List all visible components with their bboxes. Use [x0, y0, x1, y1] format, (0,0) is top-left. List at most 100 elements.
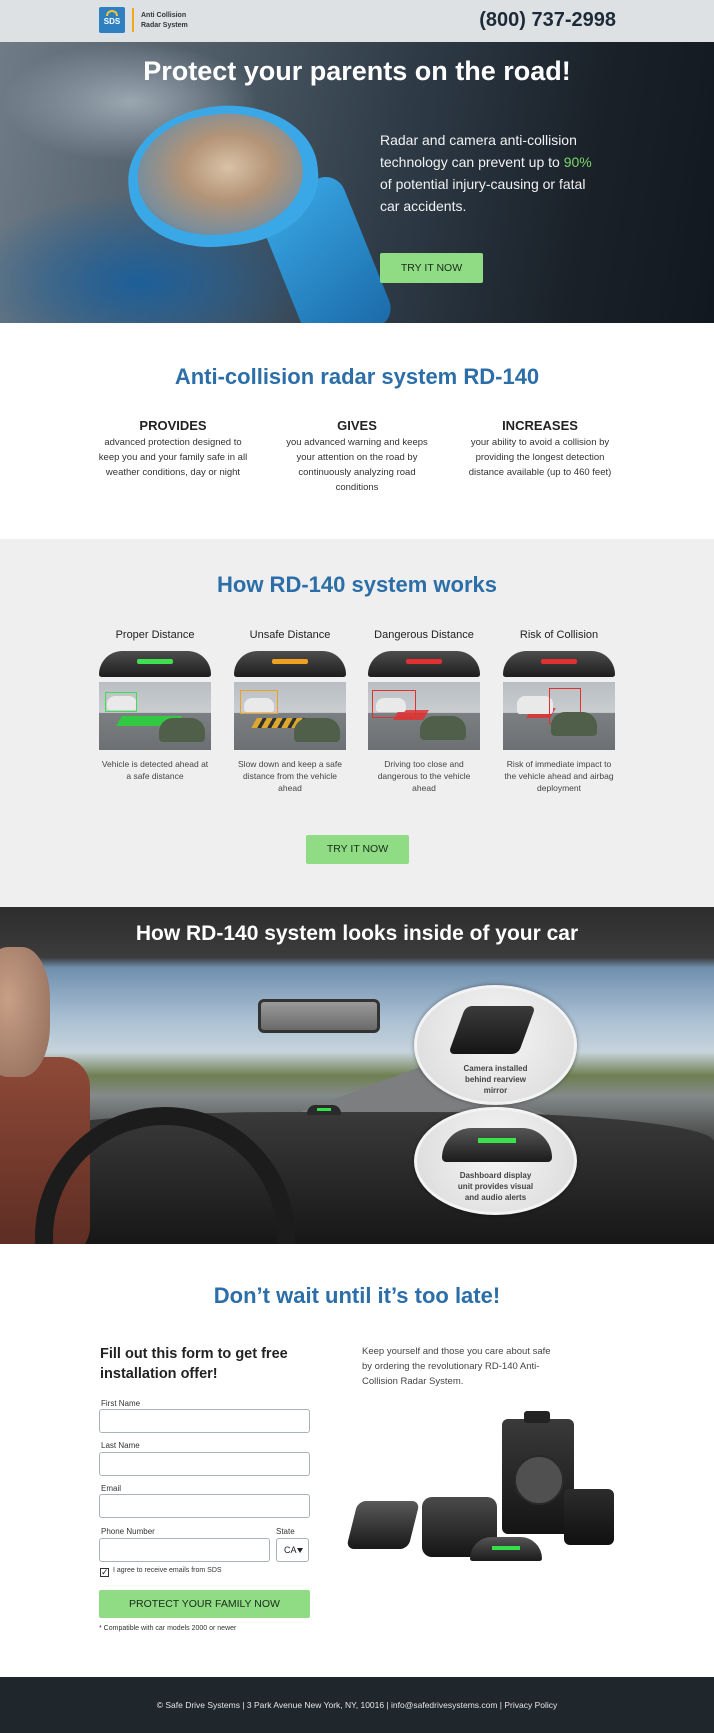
stage-proper-distance: Proper Distance Vehicle is detected ahea… — [99, 629, 211, 782]
state-select[interactable]: CA — [276, 1538, 309, 1562]
hero-text-after: of potential injury-causing or fatal car… — [380, 176, 586, 214]
side-description: Keep yourself and those you care about s… — [362, 1346, 551, 1387]
own-vehicle — [159, 718, 205, 742]
how-it-works-section: How RD-140 system works Proper Distance … — [0, 539, 714, 907]
road-scene-image — [503, 682, 615, 750]
email-consent-label: I agree to receive emails from SDS — [113, 1567, 222, 1574]
chevron-down-icon — [297, 1548, 303, 1553]
stage-risk-of-collision: Risk of Collision Risk of immediate impa… — [503, 629, 615, 794]
display-callout: Dashboard display unit provides visual a… — [414, 1107, 577, 1215]
product-kit-image — [346, 1411, 622, 1579]
rearview-mirror-image — [258, 999, 380, 1033]
own-vehicle — [294, 718, 340, 742]
form-heading: Fill out this form to get free installat… — [100, 1346, 288, 1382]
display-unit-image — [99, 651, 211, 677]
display-unit-image — [470, 1537, 542, 1561]
brand-line-2: Radar System — [141, 22, 188, 29]
camera-image — [346, 1501, 420, 1549]
detection-box — [372, 690, 416, 718]
compatibility-note: * Compatible with car models 2000 or new… — [99, 1625, 237, 1632]
display-unit-image — [503, 651, 615, 677]
feature-provides: PROVIDES advanced protection designed to… — [98, 418, 248, 480]
stage-text: Risk of immediate impact to the vehicle … — [504, 759, 614, 793]
hero-section: Protect your parents on the road! Radar … — [0, 42, 714, 323]
feature-heading: INCREASES — [502, 418, 578, 433]
top-header: SDS Anti Collision Radar System (800) 73… — [0, 0, 714, 42]
stage-heading: Dangerous Distance — [374, 629, 474, 641]
stage-heading: Unsafe Distance — [249, 629, 331, 641]
car-interior-section: How RD-140 system looks inside of your c… — [0, 907, 714, 1244]
stage-text: Vehicle is detected ahead at a safe dist… — [101, 759, 209, 781]
signup-section: Don’t wait until it’s too late! Fill out… — [0, 1244, 714, 1677]
hero-try-it-now-button[interactable]: TRY IT NOW — [380, 253, 483, 283]
stage-text: Slow down and keep a safe distance from … — [238, 759, 342, 793]
works-try-it-now-button[interactable]: TRY IT NOW — [306, 835, 409, 864]
stage-text: Driving too close and dangerous to the v… — [377, 759, 471, 793]
dashboard-display-unit — [307, 1105, 341, 1115]
display-unit-image — [368, 651, 480, 677]
footer: © Safe Drive Systems | 3 Park Avenue New… — [0, 1677, 714, 1733]
feature-gives: GIVES you advanced warning and keeps you… — [282, 418, 432, 495]
driver-head-image — [0, 947, 50, 1077]
features-title: Anti-collision radar system RD-140 — [174, 364, 540, 389]
feature-text: you advanced warning and keeps your atte… — [286, 437, 428, 493]
speaker-image — [564, 1489, 614, 1545]
camera-callout-text: Camera installed behind rearview mirror — [463, 1064, 528, 1095]
road-scene-image — [99, 682, 211, 750]
state-value: CA — [284, 1545, 297, 1555]
first-name-label: First Name — [101, 1399, 141, 1408]
phone-number[interactable]: (800) 737-2998 — [479, 9, 616, 32]
feature-heading: PROVIDES — [139, 418, 207, 433]
email-consent-checkbox[interactable]: ✓ — [100, 1568, 109, 1577]
brand-line-1: Anti Collision — [141, 12, 187, 19]
hero-title: Protect your parents on the road! — [143, 56, 571, 86]
how-it-works-title: How RD-140 system works — [217, 572, 497, 597]
stage-heading: Proper Distance — [115, 629, 195, 641]
stage-heading: Risk of Collision — [519, 629, 599, 641]
email-label: Email — [101, 1484, 122, 1493]
state-label: State — [276, 1527, 295, 1536]
display-unit-image — [442, 1128, 552, 1162]
sds-logo[interactable]: SDS — [99, 7, 125, 33]
protect-family-submit-button[interactable]: PROTECT YOUR FAMILY NOW — [99, 1590, 310, 1618]
email-field[interactable] — [99, 1494, 310, 1518]
first-name-field[interactable] — [99, 1409, 310, 1433]
logo-text: SDS — [103, 17, 121, 26]
brand-name: Anti Collision Radar System — [141, 11, 188, 31]
interior-title: How RD-140 system looks inside of your c… — [135, 922, 579, 945]
own-vehicle — [551, 712, 597, 736]
detection-box — [105, 692, 137, 712]
led-bar-red — [406, 659, 442, 664]
camera-unit-image — [448, 1006, 536, 1054]
features-section: Anti-collision radar system RD-140 PROVI… — [0, 323, 714, 539]
vehicle-ahead — [517, 696, 553, 714]
feature-text: your ability to avoid a collision by pro… — [468, 437, 612, 478]
hero-description: Radar and camera anti-collision technolo… — [380, 129, 600, 217]
stage-dangerous-distance: Dangerous Distance Driving too close and… — [368, 629, 480, 794]
signup-title: Don’t wait until it’s too late! — [213, 1283, 501, 1308]
led-bar-green — [137, 659, 173, 664]
phone-label: Phone Number — [101, 1527, 155, 1536]
hero-highlight: 90% — [563, 154, 592, 170]
own-vehicle — [420, 716, 466, 740]
signal-icon — [106, 10, 118, 16]
footer-text: © Safe Drive Systems | 3 Park Avenue New… — [156, 1700, 558, 1710]
last-name-label: Last Name — [101, 1441, 140, 1450]
feature-increases: INCREASES your ability to avoid a collis… — [465, 418, 615, 480]
display-callout-text: Dashboard display unit provides visual a… — [457, 1171, 534, 1202]
last-name-field[interactable] — [99, 1452, 310, 1476]
logo-divider — [132, 8, 134, 32]
display-unit-image — [234, 651, 346, 677]
elderly-driver-reflection — [131, 105, 309, 243]
feature-heading: GIVES — [337, 418, 377, 433]
hero-text-before: Radar and camera anti-collision technolo… — [380, 132, 577, 170]
stage-unsafe-distance: Unsafe Distance Slow down and keep a saf… — [234, 629, 346, 794]
phone-field[interactable] — [99, 1538, 270, 1562]
road-scene-image — [234, 682, 346, 750]
detection-box — [240, 690, 278, 714]
led-bar-red — [541, 659, 577, 664]
road-scene-image — [368, 682, 480, 750]
feature-text: advanced protection designed to keep you… — [98, 437, 248, 478]
camera-callout: Camera installed behind rearview mirror — [414, 985, 577, 1105]
led-bar-orange — [272, 659, 308, 664]
